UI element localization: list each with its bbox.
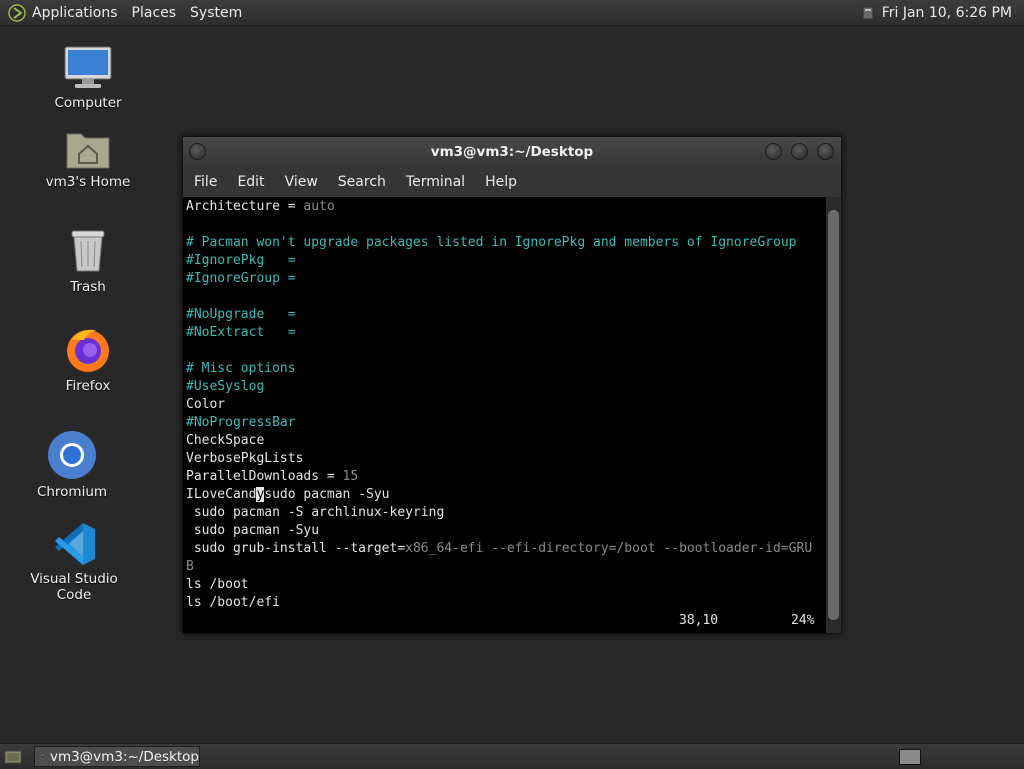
menu-terminal[interactable]: Terminal	[406, 174, 465, 190]
terminal-text: # Pacman won't upgrade packages listed i…	[186, 235, 797, 250]
vscode-icon	[55, 523, 95, 565]
terminal-line: #NoProgressBar	[186, 414, 826, 432]
bottom-panel: vm3@vm3:~/Desktop	[0, 743, 1024, 769]
window-titlebar[interactable]: vm3@vm3:~/Desktop	[183, 137, 841, 166]
terminal-content[interactable]: Architecture = auto # Pacman won't upgra…	[183, 197, 826, 633]
terminal-text: sudo grub-install --target=	[186, 541, 406, 556]
terminal-text: Architecture =	[186, 199, 304, 214]
window-menubar: File Edit View Search Terminal Help	[183, 166, 841, 197]
top-panel: Applications Places System Fri Jan 10, 6…	[0, 0, 1024, 26]
desktop-icon-label: vm3's Home	[45, 174, 131, 190]
terminal-text: B	[186, 559, 194, 574]
terminal-line: CheckSpace	[186, 432, 826, 450]
scrollbar-thumb[interactable]	[828, 210, 839, 620]
menu-help[interactable]: Help	[485, 174, 517, 190]
terminal-line: # Pacman won't upgrade packages listed i…	[186, 234, 826, 252]
editor-status-line: 38,10 24%	[186, 612, 826, 630]
menu-view[interactable]: View	[285, 174, 318, 190]
terminal-text: #NoExtract =	[186, 325, 296, 340]
terminal-text: sudo pacman -Syu	[186, 523, 320, 538]
desktop-icon-label: Visual Studio Code	[30, 571, 118, 603]
terminal-text: VerbosePkgLists	[186, 451, 304, 466]
terminal-text: ILoveCand	[186, 487, 257, 502]
terminal-text: sudo pacman -Syu	[264, 487, 390, 502]
terminal-line: #IgnoreGroup =	[186, 270, 826, 288]
desktop-icon-label: Computer	[54, 95, 122, 111]
desktop-icon-label: Chromium	[36, 484, 108, 500]
terminal-line: Color	[186, 396, 826, 414]
desktop-icon-home[interactable]: vm3's Home	[28, 128, 148, 190]
trash-icon	[71, 230, 105, 272]
terminal-text: #UseSyslog	[186, 379, 265, 394]
desktop-icon-firefox[interactable]: Firefox	[28, 326, 148, 394]
desktop-icon-label: Firefox	[65, 378, 111, 394]
clock[interactable]: Fri Jan 10, 6:26 PM	[882, 5, 1012, 21]
terminal-line: #NoExtract =	[186, 324, 826, 342]
terminal-text: auto	[303, 199, 335, 214]
terminal-text: #NoProgressBar	[186, 415, 296, 430]
terminal-line: Architecture = auto	[186, 198, 826, 216]
desktop-icon-trash[interactable]: Trash	[28, 229, 148, 295]
applications-menu[interactable]: Applications	[32, 5, 118, 21]
notification-icon[interactable]	[862, 6, 874, 20]
terminal-line: sudo pacman -S archlinux-keyring	[186, 504, 826, 522]
terminal-text: #IgnorePkg =	[186, 253, 296, 268]
terminal-text: ParallelDownloads =	[186, 469, 343, 484]
show-desktop-icon[interactable]	[4, 749, 22, 764]
terminal-text: Color	[186, 397, 226, 412]
menu-search[interactable]: Search	[338, 174, 386, 190]
maximize-button[interactable]	[791, 143, 808, 160]
terminal-text: ls /boot	[186, 577, 249, 592]
terminal-line: sudo pacman -Syu	[186, 522, 826, 540]
terminal-line: ParallelDownloads = 15	[186, 468, 826, 486]
terminal-line: #IgnorePkg =	[186, 252, 826, 270]
terminal-line: # Misc options	[186, 360, 826, 378]
terminal-line: ls /boot	[186, 576, 826, 594]
scroll-percent: 24%	[791, 613, 815, 628]
desktop-icon-computer[interactable]: Computer	[28, 45, 148, 111]
cursor-position: 38,10	[679, 613, 719, 628]
terminal-icon	[41, 755, 44, 758]
menu-file[interactable]: File	[194, 174, 217, 190]
terminal-window[interactable]: vm3@vm3:~/Desktop File Edit View Search …	[182, 136, 842, 634]
close-button[interactable]	[817, 143, 834, 160]
window-title: vm3@vm3:~/Desktop	[430, 143, 594, 160]
terminal-line: sudo grub-install --target=x86_64-efi --…	[186, 540, 826, 558]
terminal-text: CheckSpace	[186, 433, 265, 448]
desktop-icon-vscode[interactable]: Visual Studio Code	[14, 521, 134, 603]
desktop-icon-chromium[interactable]: Chromium	[12, 430, 132, 500]
firefox-icon	[67, 329, 109, 372]
terminal-text: 15	[342, 469, 359, 484]
places-menu[interactable]: Places	[132, 5, 177, 21]
terminal-text: sudo pacman -S archlinux-keyring	[186, 505, 445, 520]
terminal-text: #NoUpgrade =	[186, 307, 296, 322]
workspace-switcher[interactable]	[899, 749, 921, 765]
home-folder-icon	[66, 133, 110, 169]
distro-logo-icon[interactable]	[8, 3, 26, 22]
terminal-line: VerbosePkgLists	[186, 450, 826, 468]
taskbar-terminal-button[interactable]: vm3@vm3:~/Desktop	[34, 746, 200, 767]
taskbar-label: vm3@vm3:~/Desktop	[49, 748, 199, 765]
terminal-text: ls /boot/efi	[186, 595, 280, 610]
system-menu[interactable]: System	[190, 5, 242, 21]
terminal-text: # Misc options	[186, 361, 296, 376]
minimize-button[interactable]	[765, 143, 782, 160]
terminal-lines: Architecture = auto # Pacman won't upgra…	[186, 198, 826, 612]
window-menu-button[interactable]	[189, 143, 206, 160]
terminal-scrollbar[interactable]	[826, 197, 841, 633]
terminal-line: ILoveCandysudo pacman -Syu	[186, 486, 826, 504]
terminal-line: #NoUpgrade =	[186, 306, 826, 324]
terminal-line: ls /boot/efi	[186, 594, 826, 612]
terminal-line: #UseSyslog	[186, 378, 826, 396]
computer-icon	[64, 46, 112, 88]
terminal-text: x86_64-efi --efi-directory=/boot --bootl…	[405, 541, 813, 556]
desktop-icon-label: Trash	[70, 279, 106, 295]
chromium-icon	[48, 431, 96, 479]
menu-edit[interactable]: Edit	[237, 174, 264, 190]
terminal-text: #IgnoreGroup =	[186, 271, 296, 286]
terminal-line: B	[186, 558, 826, 576]
